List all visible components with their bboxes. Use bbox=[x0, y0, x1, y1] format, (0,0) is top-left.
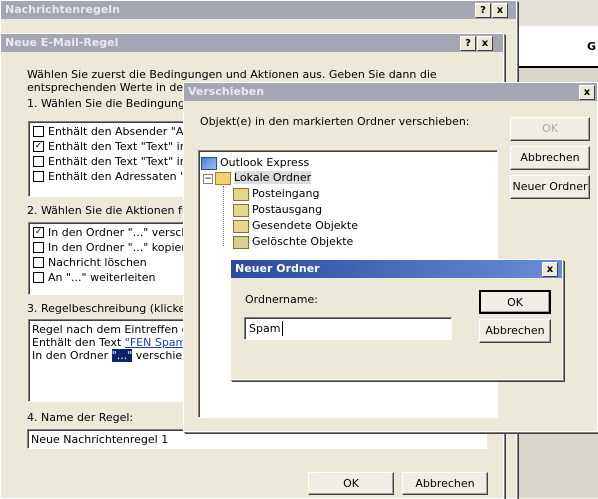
tree-item-inbox[interactable]: Posteingang bbox=[233, 186, 320, 202]
section-conditions-heading: 1. Wählen Sie die Bedingungen bbox=[27, 97, 199, 110]
description-line3: In den Ordner "..." verschiebe bbox=[32, 349, 196, 362]
move-dialog-titlebar: Verschieben x bbox=[184, 83, 597, 101]
sent-folder-icon bbox=[233, 219, 249, 233]
tree-expander-minus-icon[interactable]: − bbox=[203, 174, 213, 184]
folder-name-input[interactable]: Spam bbox=[244, 317, 452, 340]
section-actions-heading: 2. Wählen Sie die Aktionen für bbox=[27, 204, 194, 217]
new-rule-cancel-button[interactable]: Abbrechen bbox=[402, 472, 488, 495]
new-folder-close-button[interactable]: x bbox=[542, 262, 558, 277]
checkbox-checked-icon[interactable]: ✓ bbox=[33, 226, 44, 238]
tree-item-deleted[interactable]: Gelöschte Objekte bbox=[233, 234, 353, 250]
rules-window-titlebar: Nachrichtenregeln ? x bbox=[1, 1, 516, 19]
tree-item-outbox[interactable]: Postausgang bbox=[233, 202, 322, 218]
intro-text-line1: Wählen Sie zuerst die Bedingungen und Ak… bbox=[27, 68, 437, 81]
rules-help-button[interactable]: ? bbox=[475, 3, 491, 18]
text-caret bbox=[282, 321, 283, 336]
local-folders-icon bbox=[215, 171, 231, 185]
checkbox-icon[interactable] bbox=[33, 271, 44, 283]
new-folder-button[interactable]: Neuer Ordner bbox=[510, 175, 590, 199]
new-folder-titlebar: Neuer Ordner x bbox=[231, 260, 562, 278]
folder-placeholder-link[interactable]: "..." bbox=[111, 349, 133, 362]
tree-item-sent[interactable]: Gesendete Objekte bbox=[233, 218, 358, 234]
tree-guide-line bbox=[223, 186, 224, 246]
new-folder-ok-button[interactable]: OK bbox=[479, 290, 551, 314]
background-bar bbox=[517, 0, 598, 26]
outlook-express-icon bbox=[201, 156, 217, 170]
inbox-folder-icon bbox=[233, 187, 249, 201]
tree-item-local-folders[interactable]: Lokale Ordner bbox=[215, 170, 312, 186]
checkbox-icon[interactable] bbox=[33, 155, 44, 167]
checkbox-icon[interactable] bbox=[33, 241, 44, 253]
tree-item-outlook-express[interactable]: Outlook Express bbox=[201, 155, 309, 171]
checkbox-icon[interactable] bbox=[33, 170, 44, 182]
section-description-heading: 3. Regelbeschreibung (klicken bbox=[27, 302, 193, 315]
checkbox-icon[interactable] bbox=[33, 256, 44, 268]
intro-text-line2: entsprechenden Werte in der B bbox=[27, 81, 199, 94]
new-rule-titlebar: Neue E-Mail-Regel ? x bbox=[1, 34, 503, 52]
move-close-button[interactable]: x bbox=[579, 85, 595, 100]
background-letter: G bbox=[586, 40, 596, 53]
checkbox-icon[interactable] bbox=[33, 125, 44, 137]
background-header bbox=[517, 26, 598, 68]
new-folder-title: Neuer Ordner bbox=[235, 262, 320, 275]
move-ok-button[interactable]: OK bbox=[510, 117, 590, 141]
rules-window-title: Nachrichtenregeln bbox=[5, 3, 120, 16]
description-line1: Regel nach dem Eintreffen der bbox=[32, 323, 200, 336]
rule-name-input[interactable]: Neue Nachrichtenregel 1 bbox=[27, 429, 487, 449]
move-dialog-title: Verschieben bbox=[188, 85, 265, 98]
new-folder-cancel-button[interactable]: Abbrechen bbox=[479, 319, 551, 343]
rules-close-button[interactable]: x bbox=[492, 3, 508, 18]
section-name-heading: 4. Name der Regel: bbox=[27, 411, 134, 424]
trash-folder-icon bbox=[233, 235, 249, 249]
new-rule-close-button[interactable]: x bbox=[477, 36, 493, 51]
outbox-folder-icon bbox=[233, 203, 249, 217]
new-folder-dialog: Neuer Ordner x Ordnername: Spam OK Abbre… bbox=[230, 259, 563, 380]
move-instruction: Objekt(e) in den markierten Ordner versc… bbox=[200, 115, 470, 128]
folder-name-label: Ordnername: bbox=[245, 293, 318, 306]
description-line2: Enthält den Text "FEN Spamv bbox=[32, 336, 193, 349]
checkbox-checked-icon[interactable]: ✓ bbox=[33, 140, 44, 152]
new-rule-help-button[interactable]: ? bbox=[460, 36, 476, 51]
move-cancel-button[interactable]: Abbrechen bbox=[510, 146, 590, 170]
new-rule-title: Neue E-Mail-Regel bbox=[5, 36, 119, 49]
new-rule-ok-button[interactable]: OK bbox=[308, 472, 394, 495]
